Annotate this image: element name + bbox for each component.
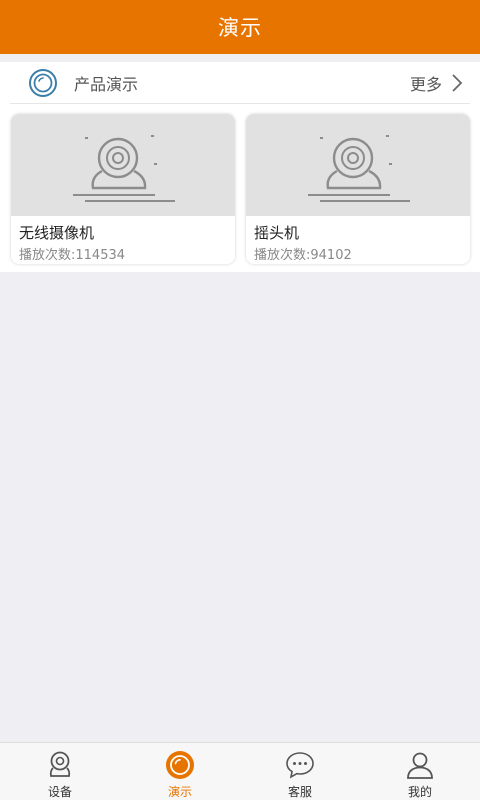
page-title: 演示: [218, 16, 262, 40]
chat-icon: [286, 752, 314, 779]
tab-label: 客服: [287, 785, 312, 799]
play-count: 播放次数:94102: [254, 248, 352, 263]
tab-label: 设备: [47, 785, 72, 799]
product-demo-panel: 产品演示 更多 无线摄像机 播放次数:114534 摇头机 播放次数:94102: [0, 62, 480, 272]
card-title: 无线摄像机: [19, 224, 95, 242]
tab-support[interactable]: 客服: [240, 743, 360, 800]
chevron-right-icon: [452, 73, 463, 92]
card-title: 摇头机: [254, 224, 300, 242]
tab-devices[interactable]: 设备: [0, 743, 120, 800]
lens-icon: [29, 68, 57, 97]
tab-label: 我的: [407, 785, 432, 799]
camera-placeholder-icon: [308, 135, 410, 202]
more-link[interactable]: 更多: [410, 71, 470, 95]
camera-icon: [49, 751, 71, 777]
play-count: 播放次数:114534: [19, 248, 126, 263]
camera-placeholder-icon: [73, 135, 175, 202]
bottom-tab-bar: 设备 演示 客服 我的: [0, 742, 480, 800]
video-thumbnail: [246, 114, 470, 216]
video-thumbnail: [11, 114, 235, 216]
section-title: 产品演示: [74, 74, 139, 94]
demo-icon: [166, 751, 194, 779]
section-header: 产品演示 更多: [10, 62, 470, 104]
tab-label: 演示: [167, 785, 192, 799]
video-card-pan-tilt[interactable]: 摇头机 播放次数:94102: [246, 114, 470, 264]
top-bar: 演示: [0, 0, 480, 54]
user-icon: [407, 752, 433, 779]
tab-profile[interactable]: 我的: [360, 743, 480, 800]
tab-demo[interactable]: 演示: [120, 743, 240, 800]
video-card-wireless-camera[interactable]: 无线摄像机 播放次数:114534: [11, 114, 235, 264]
more-label: 更多: [409, 74, 442, 94]
